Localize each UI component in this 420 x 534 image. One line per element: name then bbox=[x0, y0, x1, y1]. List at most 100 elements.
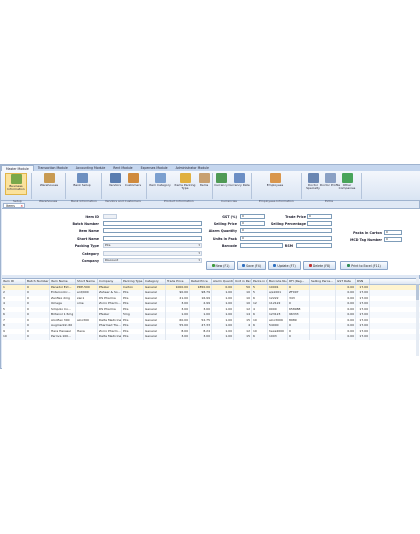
save-button[interactable]: Save (F4) bbox=[237, 261, 266, 270]
table-cell: 6 bbox=[252, 334, 268, 340]
update-icon bbox=[273, 264, 277, 267]
chevron-down-icon: ▾ bbox=[198, 258, 200, 262]
trade-price-label: Trade Price bbox=[285, 215, 306, 219]
business-information-button[interactable]: Business Information bbox=[5, 173, 27, 195]
column-header[interactable]: Unit in Pack bbox=[234, 279, 252, 284]
item-category-button[interactable]: Item Category bbox=[149, 173, 171, 187]
rsm-field[interactable] bbox=[296, 243, 332, 248]
packs-in-carton-field[interactable]: 0 bbox=[384, 230, 402, 235]
item-id-label: Item ID bbox=[85, 215, 99, 219]
warehouse-icon bbox=[43, 173, 55, 183]
category-icon bbox=[154, 173, 166, 183]
other-companies-button[interactable]: Other Companies bbox=[336, 173, 358, 191]
column-header[interactable]: Short Name bbox=[76, 279, 98, 284]
column-header[interactable]: Category bbox=[144, 279, 166, 284]
new-button[interactable]: New (F1) bbox=[206, 261, 235, 270]
batch-number-field[interactable] bbox=[103, 221, 202, 226]
column-header[interactable]: RSN bbox=[356, 279, 370, 284]
group-currencies: Currencies bbox=[221, 199, 237, 203]
specialty-icon bbox=[307, 173, 319, 183]
column-header[interactable]: Item ID bbox=[2, 279, 26, 284]
barcode-field[interactable] bbox=[240, 243, 283, 248]
business-icon bbox=[10, 174, 22, 184]
app-window: Master Module Transaction Module Account… bbox=[0, 164, 420, 369]
table-cell bbox=[76, 334, 98, 340]
warehouses-button[interactable]: Warehouses bbox=[38, 173, 60, 187]
bank-icon bbox=[76, 173, 88, 183]
packs-in-carton-label: Packs in Carton bbox=[353, 231, 382, 235]
customers-button[interactable]: Customers bbox=[122, 173, 144, 187]
chevron-down-icon: ▾ bbox=[198, 251, 200, 255]
column-header[interactable]: Barcode Nu... bbox=[268, 279, 288, 284]
item-id-field bbox=[103, 214, 117, 219]
currency-icon bbox=[215, 173, 227, 183]
table-cell: 0.00 bbox=[336, 334, 356, 340]
column-header[interactable]: Batch Number bbox=[26, 279, 50, 284]
units-in-pack-field[interactable]: 0 bbox=[240, 236, 332, 241]
units-in-pack-label: Units in Pack bbox=[212, 237, 237, 241]
rsm-label: RSM bbox=[284, 244, 293, 248]
alarm-quantity-field[interactable]: 0 bbox=[240, 228, 332, 233]
table-cell: 3.00 bbox=[190, 334, 212, 340]
mcd-tag-number-label: MCD Tag Number bbox=[350, 238, 382, 242]
packing-type-select[interactable]: PCs ▾ bbox=[103, 243, 202, 248]
column-header[interactable]: Trade Price bbox=[166, 279, 190, 284]
table-cell: 0 bbox=[288, 334, 310, 340]
companies-icon bbox=[341, 173, 353, 183]
table-row[interactable]: 10 0 Perriva 100... Delta Medicine PCs Genera… bbox=[2, 334, 420, 340]
chart-icon bbox=[233, 173, 245, 183]
item-name-field[interactable] bbox=[103, 228, 202, 233]
column-header[interactable]: Retail Price bbox=[190, 279, 212, 284]
employees-icon bbox=[269, 173, 281, 183]
delete-button[interactable]: Delete (F8) bbox=[303, 261, 336, 270]
gst-field[interactable]: 0 bbox=[240, 214, 265, 219]
vertical-scrollbar[interactable] bbox=[416, 278, 419, 356]
employees-button[interactable]: Employees bbox=[264, 173, 286, 187]
category-select[interactable]: ▾ bbox=[103, 251, 202, 256]
company-label: Company bbox=[81, 259, 99, 263]
trade-price-field[interactable]: 0 bbox=[307, 214, 332, 219]
profile-icon bbox=[324, 173, 336, 183]
table-cell: General bbox=[144, 334, 166, 340]
customers-icon bbox=[127, 173, 139, 183]
item-form: Item ID Batch Number Item Name Short Nam… bbox=[2, 208, 420, 275]
gst-label: GST (%) bbox=[222, 215, 237, 219]
selling-price-field[interactable]: 0 bbox=[240, 221, 265, 226]
column-header[interactable]: Packs in Car... bbox=[252, 279, 268, 284]
update-button[interactable]: Update (F7) bbox=[268, 261, 301, 270]
bank-setup-button[interactable]: Bank Setup bbox=[71, 173, 93, 187]
currency-rate-button[interactable]: Currency Rate bbox=[228, 173, 250, 187]
item-name-label: Item Name bbox=[78, 229, 99, 233]
save-icon bbox=[242, 264, 246, 267]
scrollbar-thumb[interactable] bbox=[416, 284, 419, 300]
print-to-excel-button[interactable]: Print to Excel (F11) bbox=[340, 261, 388, 270]
column-header[interactable]: Alarm Quanti... bbox=[212, 279, 234, 284]
group-product-information: Product Information bbox=[164, 199, 194, 203]
table-cell: Delta Medicine bbox=[99, 334, 122, 340]
column-header[interactable]: Company bbox=[98, 279, 122, 284]
group-employees-information: Employees Information bbox=[259, 199, 294, 203]
table-cell: 3.00 bbox=[166, 334, 190, 340]
column-header[interactable]: GST Rate bbox=[336, 279, 356, 284]
items-icon bbox=[198, 173, 210, 183]
column-header[interactable]: RFI (Reg... bbox=[288, 279, 310, 284]
group-bank-information: Bank Information bbox=[71, 199, 97, 203]
column-header[interactable]: Item Name bbox=[50, 279, 76, 284]
table-cell: 1003 bbox=[268, 334, 288, 340]
selling-percentage-field[interactable] bbox=[307, 221, 332, 226]
batch-number-label: Batch Number bbox=[72, 222, 99, 226]
short-name-label: Short Name bbox=[77, 237, 99, 241]
column-header[interactable]: Packing Type bbox=[122, 279, 144, 284]
table-cell: Perriva 100... bbox=[50, 334, 76, 340]
table-cell: PCs bbox=[122, 334, 144, 340]
column-header[interactable]: Selling Perce... bbox=[310, 279, 336, 284]
table-cell bbox=[310, 334, 336, 340]
company-select[interactable]: Discount ▾ bbox=[103, 258, 202, 263]
mcd-tag-number-field[interactable]: 0 bbox=[384, 237, 402, 242]
packing-icon bbox=[179, 173, 191, 183]
group-extra: Extra bbox=[325, 199, 333, 203]
group-warehouses: Warehouses bbox=[39, 199, 58, 203]
short-name-field[interactable] bbox=[103, 236, 202, 241]
selling-price-label: Selling Price bbox=[213, 222, 237, 226]
ribbon: Business Information Warehouses Bank Set… bbox=[1, 171, 420, 203]
